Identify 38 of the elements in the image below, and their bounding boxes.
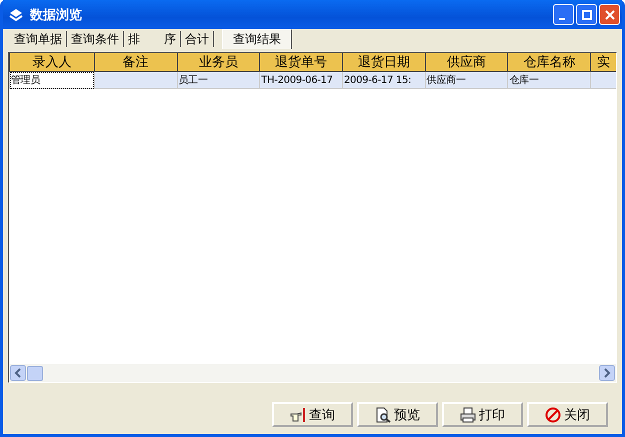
scroll-right-icon[interactable] <box>599 365 615 381</box>
column-header[interactable]: 实 <box>590 53 616 72</box>
table-cell: 管理员 <box>10 72 94 88</box>
preview-icon <box>375 406 391 422</box>
toolbar-button[interactable]: 关闭 <box>527 402 608 427</box>
tab[interactable]: 查询单据 <box>10 31 67 47</box>
maximize-button[interactable] <box>576 4 597 25</box>
column-header[interactable]: 退货单号 <box>260 53 342 72</box>
toolbar-button[interactable]: 预览 <box>357 402 438 427</box>
printer-icon <box>460 406 476 422</box>
column-header[interactable]: 供应商 <box>425 53 508 72</box>
scroll-left-icon[interactable] <box>10 365 26 381</box>
toolbar-button[interactable]: 查询 <box>272 402 353 427</box>
maximize-icon <box>582 10 592 20</box>
column-header[interactable]: 备注 <box>94 53 177 72</box>
close-button[interactable] <box>599 4 620 25</box>
tab[interactable]: 查询结果 <box>222 29 292 49</box>
column-header[interactable]: 退货日期 <box>342 53 426 72</box>
tab[interactable]: 合计 <box>181 31 214 47</box>
prohibited-icon <box>545 406 561 422</box>
close-icon <box>604 10 614 20</box>
table-cell: 供应商一 <box>425 72 508 88</box>
table-cell: 员工一 <box>177 72 260 88</box>
app-icon <box>8 6 24 22</box>
table-cell: TH-2009-06-17 <box>260 72 342 88</box>
tab[interactable]: 查询条件 <box>67 31 124 47</box>
column-header[interactable]: 业务员 <box>177 53 260 72</box>
table-cell: 2009-6-17 15: <box>342 72 426 88</box>
table-cell: 仓库一 <box>508 72 591 88</box>
toolbar-button[interactable]: 打印 <box>442 402 523 427</box>
scroll-thumb[interactable] <box>27 366 43 380</box>
minimize-icon <box>559 18 565 20</box>
window-title: 数据浏览 <box>30 6 83 24</box>
minimize-button[interactable] <box>553 4 574 25</box>
tab[interactable]: 排 序 <box>124 31 181 47</box>
column-header[interactable]: 仓库名称 <box>508 53 591 72</box>
column-header[interactable]: 录入人 <box>10 53 94 72</box>
horizontal-scrollbar[interactable] <box>9 364 616 382</box>
